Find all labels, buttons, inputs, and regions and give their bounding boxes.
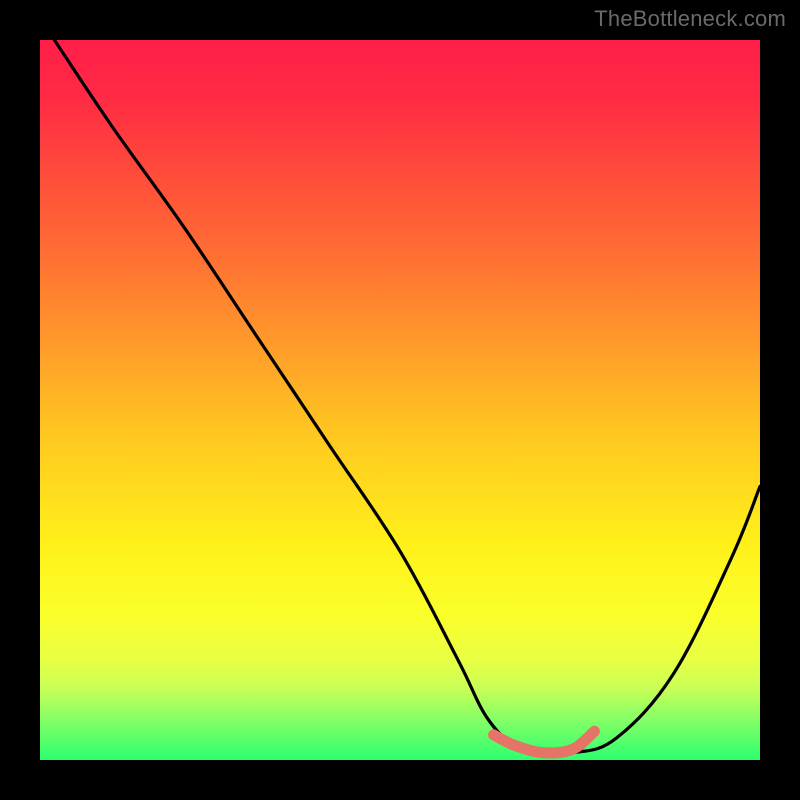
bottleneck-curve xyxy=(54,40,760,754)
chart-frame: TheBottleneck.com xyxy=(0,0,800,800)
plot-area xyxy=(40,40,760,760)
watermark-text: TheBottleneck.com xyxy=(594,6,786,32)
optimal-band xyxy=(494,731,595,753)
chart-svg xyxy=(40,40,760,760)
